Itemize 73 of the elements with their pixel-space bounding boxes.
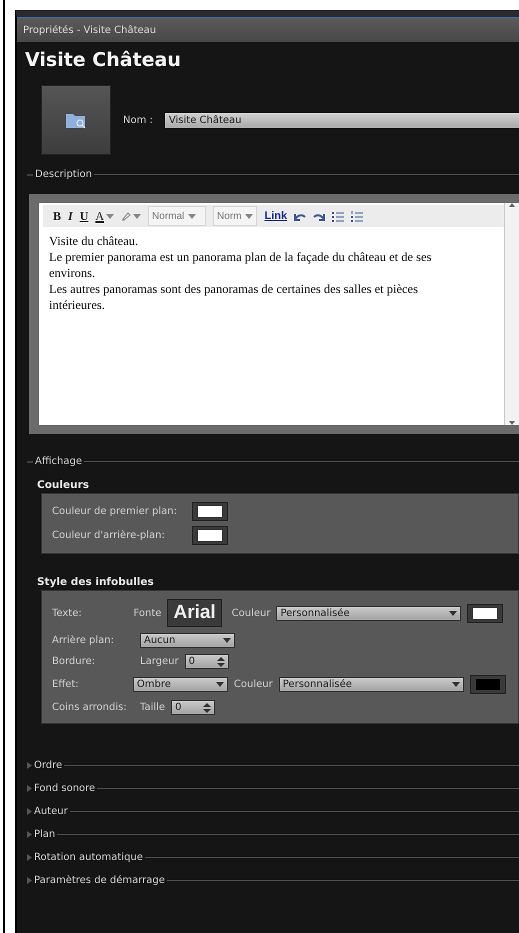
collapse-icon[interactable] — [27, 458, 33, 464]
scroll-down-icon[interactable] — [509, 421, 515, 425]
expand-icon[interactable] — [27, 877, 32, 884]
dropdown[interactable]: Aucun — [140, 633, 235, 648]
expand-icon[interactable] — [27, 762, 32, 769]
format-dropdown[interactable]: Normal — [148, 206, 206, 226]
text-editor[interactable] — [39, 203, 519, 425]
caret-icon — [245, 214, 254, 218]
color-swatch[interactable] — [467, 604, 504, 622]
collapse-icon[interactable] — [27, 172, 33, 178]
caret-icon — [133, 214, 142, 218]
section-label[interactable]: Plan — [34, 829, 56, 840]
caret-icon — [449, 610, 458, 616]
spinner-arrows-icon — [216, 656, 225, 666]
group-title: Style des infobulles — [36, 575, 155, 590]
font-color-button[interactable]: A — [95, 208, 114, 224]
section-label[interactable]: Auteur — [34, 806, 68, 817]
section-label[interactable]: Paramètres de démarrage — [34, 875, 165, 886]
field-caption: Taille — [140, 702, 166, 713]
color-swatch[interactable] — [192, 526, 228, 545]
link-button[interactable]: Link — [264, 210, 288, 222]
expand-icon[interactable] — [27, 854, 32, 861]
spinner-arrows-icon — [203, 702, 212, 712]
field-caption: Couleur — [234, 679, 273, 690]
bold-button[interactable]: B — [53, 208, 62, 224]
field-label: Coins arrondis: — [52, 702, 128, 713]
dropdown[interactable]: Personnalisée — [276, 606, 462, 620]
caret-icon — [106, 214, 114, 218]
dropdown[interactable]: Personnalisée — [278, 677, 464, 692]
group-title: Couleurs — [36, 478, 90, 493]
field-caption: Largeur — [140, 656, 179, 667]
caret-icon — [188, 214, 196, 218]
section-label[interactable]: Affichage — [35, 456, 82, 467]
number-spinner[interactable]: 0 — [184, 654, 229, 669]
color-swatch[interactable] — [192, 502, 228, 521]
field-caption: Fonte — [134, 608, 162, 618]
font-button[interactable]: Arial — [167, 599, 222, 627]
section-label[interactable]: Description — [35, 169, 92, 180]
description-text: Visite du château. Le premier panorama est un panorama plan de la façade du château et de ses environs. Les autres panoramas sont des panoramas de certaines des salles et pièces intérieures. — [48, 233, 432, 313]
redo-icon[interactable] — [313, 212, 326, 220]
thumbnail[interactable] — [41, 85, 111, 155]
expand-icon[interactable] — [27, 785, 32, 792]
numbered-list-icon[interactable] — [351, 210, 364, 222]
undo-icon[interactable] — [294, 212, 306, 220]
bulleted-list-icon[interactable] — [332, 210, 344, 222]
number-spinner[interactable]: 0 — [171, 700, 216, 715]
field-label: Arrière plan: — [52, 635, 116, 646]
highlight-button[interactable] — [121, 211, 142, 221]
color-swatch[interactable] — [470, 675, 506, 694]
italic-button[interactable]: I — [68, 208, 73, 224]
scroll-up-icon[interactable] — [509, 203, 515, 207]
underline-button[interactable]: U — [80, 208, 88, 224]
field-label: Couleur d'arrière-plan: — [52, 530, 166, 541]
field-label: Texte: — [52, 608, 83, 618]
field-caption: Couleur — [232, 608, 270, 618]
window-title: Propriétés - Visite Château — [23, 24, 156, 36]
name-label: Nom : — [123, 114, 153, 126]
section-label[interactable]: Fond sonore — [34, 783, 96, 794]
field-label: Couleur de premier plan: — [52, 506, 178, 517]
name-field[interactable]: Visite Château — [164, 112, 519, 128]
field-label: Bordure: — [52, 656, 96, 667]
font-size-dropdown[interactable]: Norm — [213, 206, 258, 226]
section-label[interactable]: Rotation automatique — [34, 852, 143, 863]
field-label: Effet: — [52, 679, 80, 690]
caret-icon — [223, 638, 231, 643]
section-label[interactable]: Ordre — [34, 760, 62, 771]
dropdown[interactable]: Ombre — [132, 677, 228, 692]
page-heading: Visite Château — [24, 48, 182, 73]
folder-search-icon — [65, 111, 87, 129]
caret-icon — [216, 682, 224, 687]
caret-icon — [452, 682, 460, 687]
expand-icon[interactable] — [27, 808, 32, 815]
expand-icon[interactable] — [27, 831, 32, 838]
